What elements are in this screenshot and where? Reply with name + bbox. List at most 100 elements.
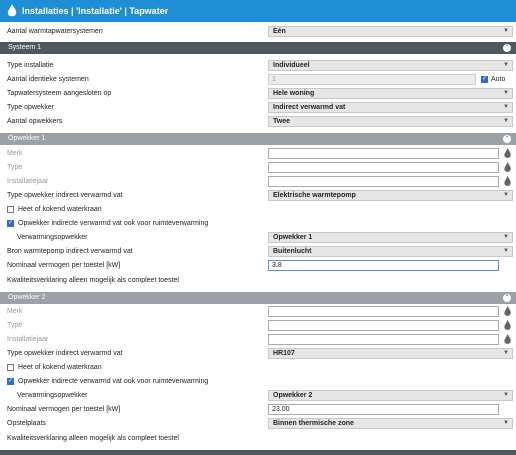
row-kwaliteit-2: Kwaliteitsverklaring alleen mogelijk als… xyxy=(0,432,516,446)
merk-label: Merk xyxy=(7,308,23,315)
kwaliteit-note: Kwaliteitsverklaring alleen mogelijk als… xyxy=(7,435,179,442)
aantal-identiek-input[interactable]: 1 xyxy=(268,74,476,85)
type-label: Type xyxy=(7,164,23,171)
row-verwarmingsopwekker-2: Verwarmingsopwekker Opwekker 2 ▼ xyxy=(0,389,516,403)
verwarmingsopwekker-value: Opwekker 2 xyxy=(273,392,313,399)
row-aantal-opwekkers: Aantal opwekkers Twee ▼ xyxy=(0,115,516,129)
verwarmingsopwekker-select[interactable]: Opwekker 2 ▼ xyxy=(268,390,513,401)
page-title: Installaties | 'Installatie' | Tapwater xyxy=(22,6,169,16)
chevron-down-icon: ▼ xyxy=(503,104,509,110)
row-verwarmingsopwekker-1: Verwarmingsopwekker Opwekker 1 ▼ xyxy=(0,231,516,245)
verwarmingsopwekker-select[interactable]: Opwekker 1 ▼ xyxy=(268,232,513,243)
merk-label: Merk xyxy=(7,150,23,157)
type-indirect-select[interactable]: HR107 ▼ xyxy=(268,348,513,359)
type-indirect-label: Type opwekker indirect verwarmd vat xyxy=(7,192,123,199)
ook-ruimte-checkbox[interactable] xyxy=(7,219,14,227)
section-title: Opwekker 1 xyxy=(8,135,46,142)
aantal-systemen-value: Eén xyxy=(273,28,286,35)
row-vermogen-1: Nominaal vermogen per toestel [kW] 3.8 xyxy=(0,259,516,273)
row-kwaliteit-1: Kwaliteitsverklaring alleen mogelijk als… xyxy=(0,274,516,288)
verwarmingsopwekker-value: Opwekker 1 xyxy=(273,234,313,241)
aantal-identiek-label: Aantal identieke systemen xyxy=(7,76,89,83)
row-bron-1: Bron warmtepomp indirect verwarmd vat Bu… xyxy=(0,245,516,259)
kwaliteit-note: Kwaliteitsverklaring alleen mogelijk als… xyxy=(7,277,179,284)
flame-icon[interactable] xyxy=(503,162,512,173)
chevron-down-icon: ▼ xyxy=(503,392,509,398)
chevron-down-icon: ▼ xyxy=(503,350,509,356)
type-indirect-select[interactable]: Elektrische warmtepomp ▼ xyxy=(268,190,513,201)
row-aangesloten: Tapwatersysteem aangesloten op Hele woni… xyxy=(0,87,516,101)
chevron-down-icon: ▼ xyxy=(503,28,509,34)
chevron-down-icon: ▼ xyxy=(503,192,509,198)
flame-icon[interactable] xyxy=(503,320,512,331)
section-title: Systeem 1 xyxy=(8,44,42,51)
type-input[interactable] xyxy=(268,320,499,331)
opstelplaats-label: Opstelplaats xyxy=(7,420,46,427)
collapse-icon[interactable]: ⌃ xyxy=(503,294,511,302)
section-opwekker-1[interactable]: Opwekker 1 ⌃ xyxy=(0,133,516,145)
section-next xyxy=(0,450,516,455)
type-indirect-value: HR107 xyxy=(273,350,295,357)
header-bar: Installaties | 'Installatie' | Tapwater xyxy=(0,0,516,22)
opstelplaats-select[interactable]: Binnen thermische zone ▼ xyxy=(268,418,513,429)
ook-ruimte-label: Opwekker indirecte verwarmd vat ook voor… xyxy=(18,378,209,385)
row-vermogen-2: Nominaal vermogen per toestel [kW] 23.00 xyxy=(0,403,516,417)
collapse-icon[interactable]: ⌃ xyxy=(503,135,511,143)
chevron-down-icon: ▼ xyxy=(503,62,509,68)
type-installatie-select[interactable]: Individueel ▼ xyxy=(268,60,513,71)
type-installatie-value: Individueel xyxy=(273,62,310,69)
chevron-down-icon: ▼ xyxy=(503,90,509,96)
auto-label: Auto xyxy=(491,76,506,83)
section-title: Opwekker 2 xyxy=(8,294,46,301)
vermogen-label: Nominaal vermogen per toestel [kW] xyxy=(7,406,121,413)
vermogen-input[interactable]: 3.8 xyxy=(268,260,499,271)
aantal-opwekkers-value: Twee xyxy=(273,118,290,125)
installatiejaar-input[interactable] xyxy=(268,334,499,345)
row-type-indirect-2: Type opwekker indirect verwarmd vat HR10… xyxy=(0,347,516,361)
collapse-icon[interactable]: ⌃ xyxy=(503,44,511,52)
heet-label: Heet of kokend waterkraan xyxy=(18,364,102,371)
vermogen-input[interactable]: 23.00 xyxy=(268,404,499,415)
auto-checkbox[interactable] xyxy=(481,75,488,83)
ook-ruimte-checkbox[interactable] xyxy=(7,377,14,385)
row-heet-2: Heet of kokend waterkraan xyxy=(0,361,516,375)
aantal-opwekkers-select[interactable]: Twee ▼ xyxy=(268,116,513,127)
row-jaar-2: Installatiejaar xyxy=(0,333,516,347)
section-opwekker-2[interactable]: Opwekker 2 ⌃ xyxy=(0,292,516,304)
opstelplaats-value: Binnen thermische zone xyxy=(273,420,354,427)
installatiejaar-input[interactable] xyxy=(268,176,499,187)
vermogen-value: 23.00 xyxy=(272,406,290,413)
type-input[interactable] xyxy=(268,162,499,173)
type-label: Type xyxy=(7,322,23,329)
row-ook-ruimte-2: Opwekker indirecte verwarmd vat ook voor… xyxy=(0,375,516,389)
merk-input[interactable] xyxy=(268,148,499,159)
flame-logo-icon xyxy=(7,4,17,17)
type-indirect-label: Type opwekker indirect verwarmd vat xyxy=(7,350,123,357)
row-heet-1: Heet of kokend waterkraan xyxy=(0,203,516,217)
chevron-down-icon: ▼ xyxy=(503,118,509,124)
vermogen-label: Nominaal vermogen per toestel [kW] xyxy=(7,262,121,269)
flame-icon[interactable] xyxy=(503,148,512,159)
flame-icon[interactable] xyxy=(503,306,512,317)
heet-checkbox[interactable] xyxy=(7,364,14,371)
type-opwekker-select[interactable]: Indirect verwarmd vat ▼ xyxy=(268,102,513,113)
aantal-systemen-select[interactable]: Eén ▼ xyxy=(268,26,513,37)
aantal-opwekkers-label: Aantal opwekkers xyxy=(7,118,63,125)
flame-icon[interactable] xyxy=(503,334,512,345)
row-merk-2: Merk xyxy=(0,305,516,319)
chevron-down-icon: ▼ xyxy=(503,248,509,254)
aangesloten-label: Tapwatersysteem aangesloten op xyxy=(7,90,112,97)
bron-select[interactable]: Buitenlucht ▼ xyxy=(268,246,513,257)
section-systeem-1[interactable]: Systeem 1 ⌃ xyxy=(0,42,516,54)
flame-icon[interactable] xyxy=(503,176,512,187)
aangesloten-select[interactable]: Hele woning ▼ xyxy=(268,88,513,99)
aangesloten-value: Hele woning xyxy=(273,90,315,97)
aantal-identiek-value: 1 xyxy=(272,76,276,83)
row-opstelplaats-2: Opstelplaats Binnen thermische zone ▼ xyxy=(0,417,516,431)
bron-label: Bron warmtepomp indirect verwarmd vat xyxy=(7,248,133,255)
heet-checkbox[interactable] xyxy=(7,206,14,213)
aantal-systemen-label: Aantal warmtapwatersystemen xyxy=(7,28,103,35)
type-installatie-label: Type installatie xyxy=(7,62,54,69)
merk-input[interactable] xyxy=(268,306,499,317)
row-type-opwekker: Type opwekker Indirect verwarmd vat ▼ xyxy=(0,101,516,115)
